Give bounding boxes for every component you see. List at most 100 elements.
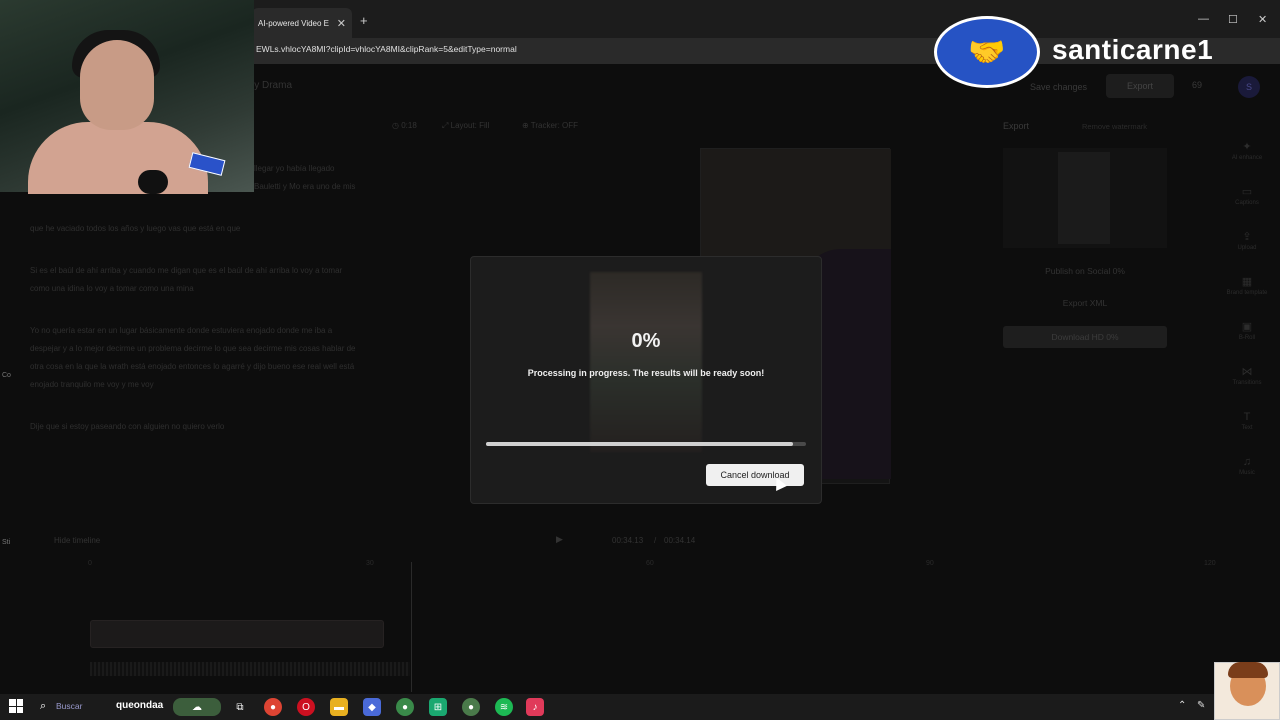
- download-hd-button[interactable]: Download HD 0%: [1003, 326, 1167, 348]
- export-xml-button[interactable]: Export XML: [1003, 292, 1167, 314]
- duration-value: 0:18: [401, 121, 417, 130]
- total-time: 00:34.14: [664, 536, 696, 545]
- maximize-icon[interactable]: ☐: [1228, 13, 1238, 26]
- progress-bar-fill: [486, 442, 794, 446]
- taskbar-username: queondaa: [116, 700, 164, 711]
- ruler-tick: 0: [88, 560, 92, 567]
- tool-music[interactable]: ♫ Music: [1222, 443, 1272, 488]
- side-toolbar: ✦ AI enhance ▭ Captions ⇪ Upload ▦ Brand tem…: [1222, 128, 1272, 488]
- export-button-label: Export: [1126, 81, 1153, 91]
- timeline-toolbar: Hide timeline ▶ 00:34.13 / 00:34.14: [0, 532, 1280, 550]
- tool-label: B-Roll: [1238, 335, 1256, 341]
- close-window-icon[interactable]: ✕: [1258, 13, 1267, 26]
- transcript-paragraph[interactable]: Yo no quería estar en un lugar básicamen…: [30, 322, 360, 394]
- music-icon: ♫: [1242, 455, 1252, 468]
- system-tray-chevron-icon[interactable]: ⌃: [1178, 700, 1186, 711]
- ruler-tick: 30: [366, 560, 374, 567]
- brand-name: santicarne1: [1052, 34, 1214, 65]
- save-changes-button[interactable]: Save changes: [1030, 76, 1087, 98]
- tab-close-icon[interactable]: ✕: [337, 17, 346, 30]
- transcript-panel: llegar yo había llegado Bauletti y Mo er…: [30, 160, 360, 460]
- tracker-option[interactable]: ⊕ Tracker: OFF: [522, 121, 578, 130]
- tool-captions[interactable]: ▭ Captions: [1222, 173, 1272, 218]
- progress-percent: 0%: [631, 330, 661, 352]
- tool-label: Brand template: [1226, 290, 1268, 296]
- playhead[interactable]: [411, 562, 412, 692]
- layout-value: Layout: Fill: [450, 121, 490, 130]
- publish-social-label: Publish on Social 0%: [1045, 266, 1125, 276]
- ruler-tick: 60: [646, 560, 654, 567]
- new-tab-icon[interactable]: +: [360, 13, 368, 28]
- tool-label: Transitions: [1232, 380, 1262, 386]
- transcript-paragraph[interactable]: Si es el baúl de ahí arriba y cuando me …: [30, 262, 360, 298]
- modal-preview-thumbnail: [590, 272, 702, 452]
- transcript-paragraph[interactable]: que he vaciado todos los años y luego va…: [30, 220, 360, 238]
- screen: AI-powered Video E ✕ + — ☐ ✕ EWLs.vhlocY…: [0, 0, 1280, 720]
- tool-transitions[interactable]: ⋈ Transitions: [1222, 353, 1272, 398]
- project-title[interactable]: ly Drama: [252, 80, 292, 91]
- cancel-download-button[interactable]: Cancel download: [706, 464, 804, 486]
- pen-icon[interactable]: ✎: [1197, 700, 1205, 711]
- edge-label: Sti: [2, 539, 11, 546]
- video-clip-track[interactable]: [90, 620, 384, 648]
- minimize-icon[interactable]: —: [1198, 13, 1209, 25]
- avatar-hair: [1228, 662, 1268, 678]
- hide-timeline-button[interactable]: Hide timeline: [54, 536, 100, 545]
- tool-brand-template[interactable]: ▦ Brand template: [1222, 263, 1272, 308]
- audio-waveform[interactable]: [90, 662, 410, 676]
- export-button[interactable]: Export: [1106, 74, 1174, 98]
- search-icon[interactable]: ⌕: [40, 700, 46, 713]
- processing-message: Processing in progress. The results will…: [527, 368, 765, 378]
- time-separator: /: [654, 536, 657, 545]
- export-panel-title: Export: [1003, 121, 1030, 131]
- browser-tab[interactable]: AI-powered Video E ✕: [252, 8, 352, 38]
- tool-label: Music: [1239, 469, 1255, 476]
- store-icon[interactable]: ⊞: [429, 698, 447, 716]
- weather-widget-icon[interactable]: ☁: [173, 698, 221, 716]
- ruler-tick: 120: [1204, 560, 1216, 567]
- tool-upload[interactable]: ⇪ Upload: [1222, 218, 1272, 263]
- windows-start-icon[interactable]: [9, 699, 23, 713]
- file-explorer-icon[interactable]: ▬: [330, 698, 348, 716]
- sparkle-icon: ✦: [1242, 141, 1252, 153]
- broll-icon: ▣: [1241, 321, 1253, 333]
- play-icon[interactable]: ▶: [556, 534, 563, 545]
- tool-label: AI enhance: [1231, 155, 1263, 161]
- url-text[interactable]: EWLs.vhlocYA8MI?clipId=vhlocYA8MI&clipRa…: [256, 44, 517, 54]
- template-icon: ▦: [1241, 276, 1253, 288]
- chrome-icon[interactable]: ●: [264, 698, 282, 716]
- transcript-paragraph[interactable]: Dije que si estoy paseando con alguien n…: [30, 418, 360, 436]
- webcam-overlay: [0, 0, 254, 194]
- chrome-active-icon[interactable]: ●: [462, 698, 480, 716]
- tool-ai-enhance[interactable]: ✦ AI enhance: [1222, 128, 1272, 173]
- tool-broll[interactable]: ▣ B-Roll: [1222, 308, 1272, 353]
- timeline-ruler: 0 30 60 90 120: [0, 560, 1280, 572]
- export-thumbnail-image: [1058, 152, 1110, 244]
- tiktok-icon[interactable]: ♪: [526, 698, 544, 716]
- copilot-icon[interactable]: ◆: [363, 698, 381, 716]
- microphone-icon: [138, 170, 168, 194]
- search-input[interactable]: Buscar: [56, 701, 82, 711]
- task-view-icon[interactable]: ⧉: [231, 698, 249, 716]
- remove-watermark-link[interactable]: Remove watermark: [1082, 122, 1147, 131]
- ruler-tick: 90: [926, 560, 934, 567]
- handshake-logo-icon: 🤝: [934, 16, 1040, 88]
- publish-social-button[interactable]: Publish on Social 0%: [1003, 260, 1167, 282]
- tracker-value: Tracker: OFF: [530, 121, 579, 130]
- progress-bar: [486, 442, 806, 446]
- tool-text[interactable]: T Text: [1222, 398, 1272, 443]
- opera-icon[interactable]: O: [297, 698, 315, 716]
- layout-option[interactable]: ⤢ Layout: Fill: [442, 121, 489, 131]
- avatar[interactable]: S: [1238, 76, 1260, 98]
- duration-label[interactable]: ◷ 0:18: [392, 121, 417, 130]
- text-icon: T: [1243, 410, 1251, 423]
- spotify-icon[interactable]: ≋: [495, 698, 513, 716]
- tool-label: Captions: [1235, 200, 1259, 206]
- webcam-person-body: [28, 122, 208, 194]
- chrome-profile-icon[interactable]: ●: [396, 698, 414, 716]
- download-hd-label: Download HD 0%: [1051, 332, 1119, 342]
- transitions-icon: ⋈: [1241, 366, 1253, 378]
- captions-icon: ▭: [1241, 186, 1253, 198]
- avatar-initial: S: [1245, 82, 1252, 92]
- tool-label: Text: [1241, 424, 1253, 431]
